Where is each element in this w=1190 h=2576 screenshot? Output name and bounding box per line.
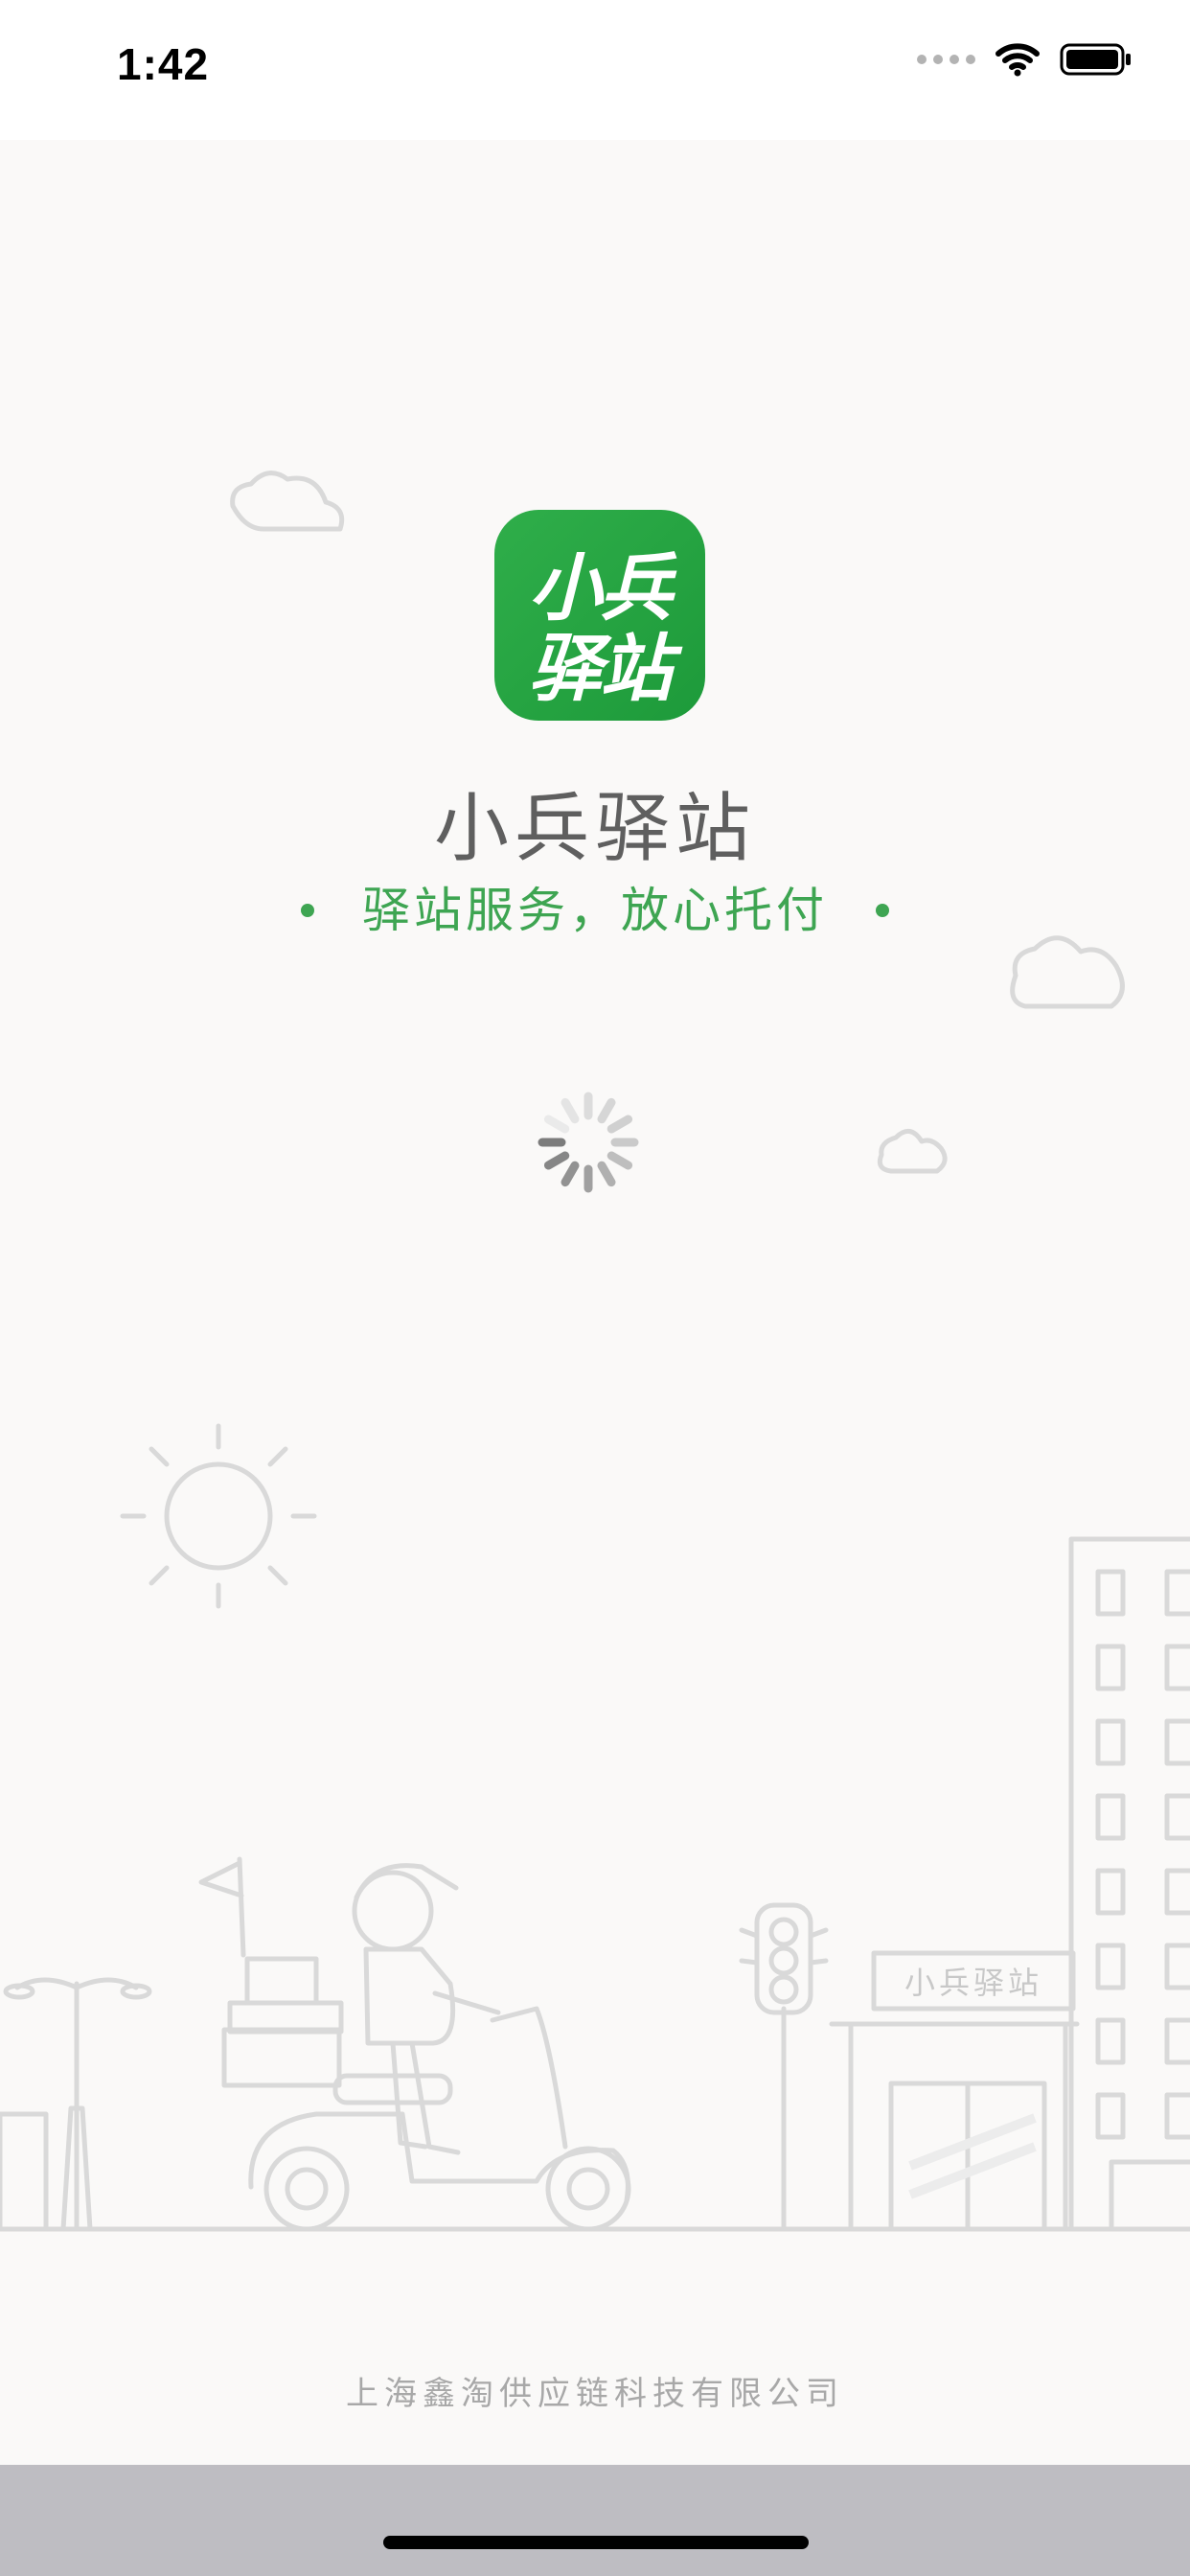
street-lamp — [0, 1977, 152, 2232]
slogan-dot-left — [301, 903, 314, 917]
loading-spinner-icon — [538, 1092, 639, 1193]
scene-illustration: 小兵驿站 — [0, 471, 1190, 2232]
cloud-icon — [1010, 935, 1125, 1009]
scooter-rider — [198, 1856, 631, 2232]
shop-door-shine — [908, 2113, 1037, 2199]
cloud-icon — [230, 471, 345, 532]
tall-building — [1068, 1536, 1190, 2232]
app-name: 小兵驿站 — [433, 786, 756, 872]
home-indicator[interactable] — [383, 2536, 809, 2549]
slogan: 驿站服务，放心托付 — [0, 872, 1190, 941]
app-logo: 小兵 驿站 — [494, 510, 705, 721]
company-name: 上海鑫淘供应链科技有限公司 — [346, 2375, 844, 2413]
slogan-text: 驿站服务，放心托付 — [362, 883, 828, 938]
slogan-dot-right — [876, 903, 889, 917]
sun-icon — [120, 1423, 317, 1609]
shop-sign-text: 小兵驿站 — [904, 1965, 1042, 2001]
traffic-light — [739, 1902, 829, 2232]
logo-text-line2: 驿站 — [529, 626, 673, 711]
cloud-icon — [877, 1129, 948, 1174]
home-indicator-area — [0, 2465, 1190, 2576]
